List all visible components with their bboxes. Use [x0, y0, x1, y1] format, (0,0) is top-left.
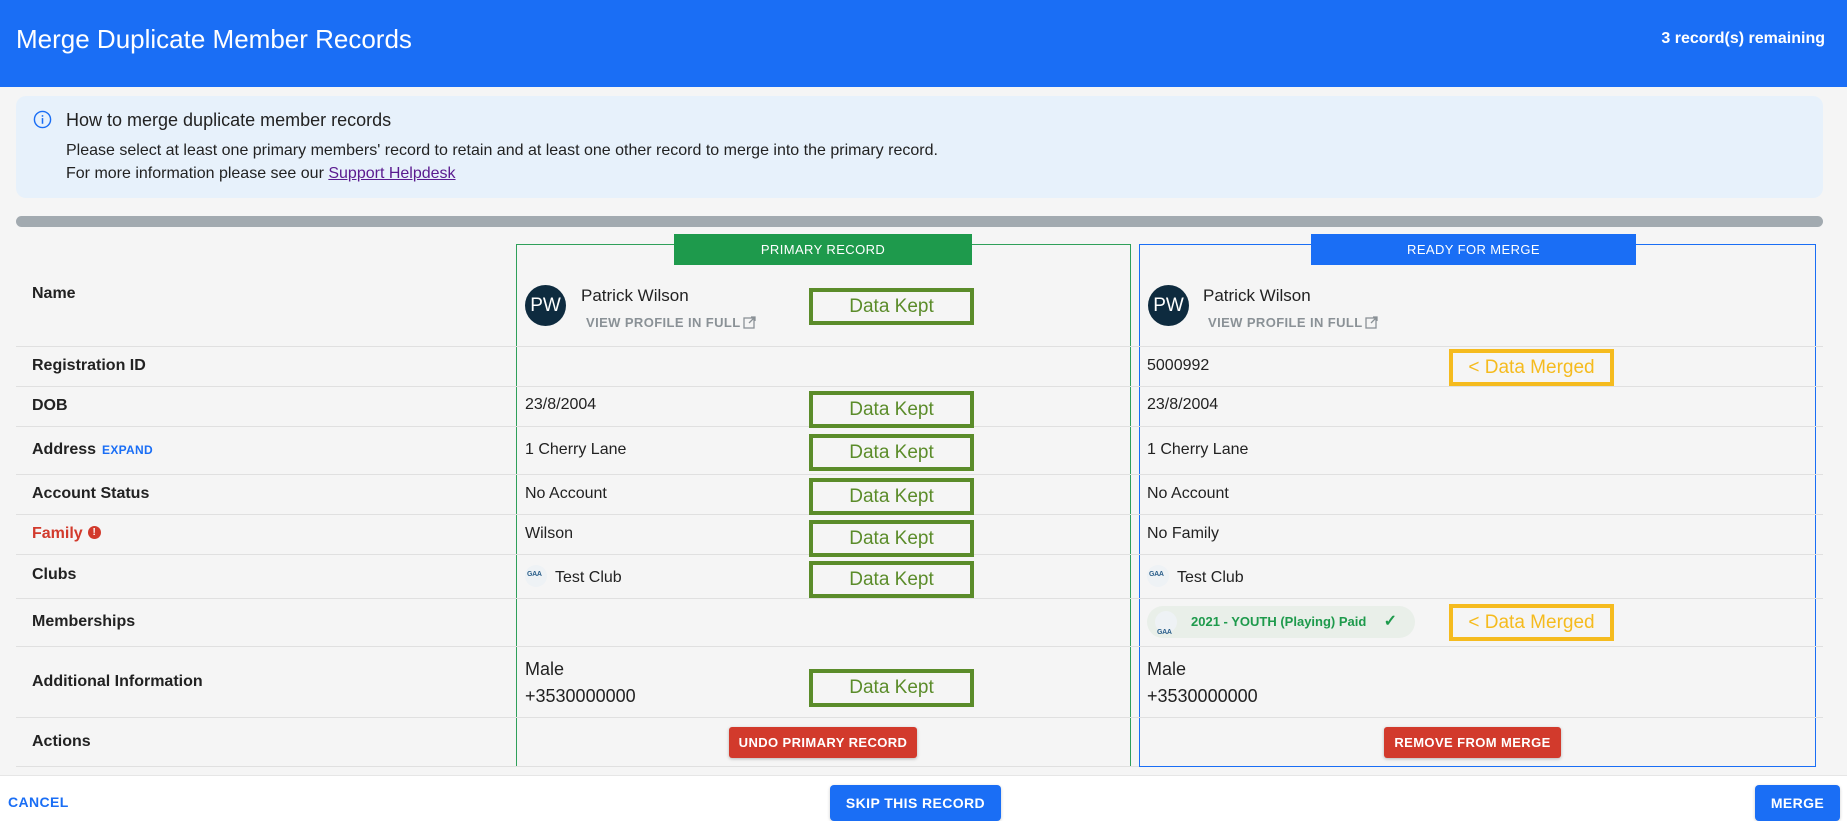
check-icon: ✓	[1383, 613, 1397, 630]
label-address-text: Address	[32, 441, 97, 458]
row-divider	[16, 474, 1139, 475]
label-address: Address EXPAND	[32, 441, 153, 459]
footer-bar: CANCEL SKIP THIS RECORD MERGE	[0, 775, 1847, 821]
row-divider	[16, 386, 1139, 387]
ready-for-merge-header: READY FOR MERGE	[1311, 234, 1636, 265]
data-kept-annotation: Data Kept	[809, 520, 974, 557]
merge-phone: +3530000000	[1147, 686, 1258, 706]
primary-dob: 23/8/2004	[525, 396, 597, 413]
primary-phone: +3530000000	[525, 686, 636, 706]
skip-record-button[interactable]: SKIP THIS RECORD	[830, 785, 1001, 821]
primary-club: Test Club	[525, 565, 622, 587]
data-merged-annotation: < Data Merged	[1449, 349, 1614, 386]
view-profile-label: VIEW PROFILE IN FULL	[586, 315, 741, 330]
info-text-prefix: For more information please see our	[66, 165, 329, 182]
primary-record-header: PRIMARY RECORD	[674, 234, 972, 265]
merge-address: 1 Cherry Lane	[1147, 441, 1249, 458]
merge-family: No Family	[1147, 525, 1220, 542]
data-kept-annotation: Data Kept	[809, 669, 974, 707]
data-kept-annotation: Data Kept	[809, 478, 974, 515]
label-additional-information: Additional Information	[32, 673, 203, 690]
records-remaining: 3 record(s) remaining	[1661, 30, 1825, 47]
top-bar: Merge Duplicate Member Records 3 record(…	[0, 0, 1847, 87]
info-banner: How to merge duplicate member records Pl…	[16, 96, 1823, 198]
merge-club-name: Test Club	[1177, 569, 1244, 586]
progress-bar	[16, 216, 1823, 227]
row-divider	[1139, 386, 1823, 387]
primary-additional-info: Male +3530000000	[525, 656, 636, 710]
avatar: PW	[525, 285, 566, 326]
row-divider	[1139, 646, 1823, 647]
label-clubs: Clubs	[32, 566, 77, 583]
primary-club-name: Test Club	[555, 569, 622, 586]
merge-club: Test Club	[1147, 565, 1244, 587]
info-text-more: For more information please see our Supp…	[66, 165, 456, 183]
external-link-icon	[742, 316, 756, 329]
view-profile-link[interactable]: VIEW PROFILE IN FULL	[1208, 315, 1378, 330]
primary-member-name: Patrick Wilson	[581, 286, 689, 305]
label-dob: DOB	[32, 397, 68, 414]
merge-dob: 23/8/2004	[1147, 396, 1219, 413]
data-kept-annotation: Data Kept	[809, 391, 974, 428]
row-divider	[16, 646, 1139, 647]
club-logo-icon	[1155, 611, 1177, 649]
merge-registration-id: 5000992	[1147, 357, 1210, 374]
row-divider	[16, 717, 1139, 718]
row-divider	[1139, 717, 1823, 718]
merge-additional-info: Male +3530000000	[1147, 656, 1258, 710]
alert-icon: !	[87, 526, 101, 539]
avatar: PW	[1148, 285, 1189, 326]
merge-gender: Male	[1147, 659, 1187, 679]
primary-account-status: No Account	[525, 485, 607, 502]
label-actions: Actions	[32, 733, 91, 750]
row-divider	[16, 346, 1139, 347]
label-account-status: Account Status	[32, 485, 150, 502]
view-profile-label: VIEW PROFILE IN FULL	[1208, 315, 1363, 330]
row-divider	[16, 598, 1139, 599]
cancel-button[interactable]: CANCEL	[8, 794, 69, 810]
page-title: Merge Duplicate Member Records	[16, 24, 412, 54]
external-link-icon	[1364, 316, 1378, 329]
info-heading: How to merge duplicate member records	[66, 110, 392, 130]
row-divider	[1139, 598, 1823, 599]
view-profile-link[interactable]: VIEW PROFILE IN FULL	[586, 315, 756, 330]
label-memberships: Memberships	[32, 613, 136, 630]
info-text: Please select at least one primary membe…	[66, 142, 938, 159]
row-divider	[1139, 554, 1823, 555]
row-divider	[1139, 474, 1823, 475]
merge-button[interactable]: MERGE	[1755, 785, 1840, 821]
merge-account-status: No Account	[1147, 485, 1229, 502]
info-icon	[33, 110, 52, 129]
label-name: Name	[32, 285, 76, 302]
membership-chip: 2021 - YOUTH (Playing) Paid ✓	[1147, 606, 1415, 649]
club-logo-icon	[525, 565, 547, 587]
merge-member-name: Patrick Wilson	[1203, 286, 1311, 305]
row-divider	[1139, 346, 1823, 347]
data-kept-annotation: Data Kept	[809, 561, 974, 598]
label-registration-id: Registration ID	[32, 357, 146, 374]
label-family-text: Family	[32, 525, 83, 542]
primary-family: Wilson	[525, 525, 574, 542]
membership-label: 2021 - YOUTH (Playing) Paid	[1191, 614, 1367, 629]
data-kept-annotation: Data Kept	[809, 288, 974, 325]
row-divider	[1139, 514, 1823, 515]
data-merged-annotation: < Data Merged	[1449, 604, 1614, 641]
primary-address: 1 Cherry Lane	[525, 441, 627, 458]
undo-primary-record-button[interactable]: UNDO PRIMARY RECORD	[729, 727, 917, 758]
support-helpdesk-link[interactable]: Support Helpdesk	[328, 165, 455, 182]
address-expand-button[interactable]: EXPAND	[102, 443, 153, 457]
row-divider	[1139, 426, 1823, 427]
data-kept-annotation: Data Kept	[809, 434, 974, 471]
club-logo-icon	[1147, 565, 1169, 587]
label-family: Family!	[32, 525, 101, 543]
primary-gender: Male	[525, 659, 565, 679]
remove-from-merge-button[interactable]: REMOVE FROM MERGE	[1384, 727, 1561, 758]
row-divider	[16, 766, 1139, 767]
